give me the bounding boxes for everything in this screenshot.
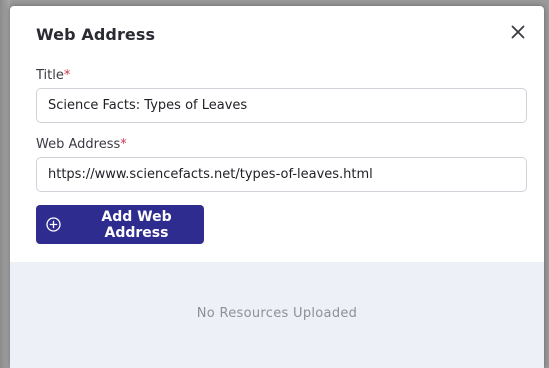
empty-state-message: No Resources Uploaded <box>196 306 358 321</box>
dialog-header: Web Address <box>10 6 544 62</box>
web-address-label: Web Address* <box>36 137 127 152</box>
close-icon <box>511 25 525 39</box>
required-mark: * <box>120 137 127 152</box>
required-mark: * <box>63 68 71 83</box>
web-address-dialog: Web Address Title* Web Address* Add Web … <box>10 6 544 368</box>
plus-circle-icon <box>46 217 61 232</box>
dialog-title: Web Address <box>36 25 156 44</box>
add-web-address-label: Add Web Address <box>101 208 172 241</box>
title-label-text: Title <box>36 68 64 83</box>
web-address-label-text: Web Address <box>36 137 121 152</box>
title-input[interactable] <box>36 88 527 123</box>
resources-panel: No Resources Uploaded <box>10 262 544 368</box>
title-label: Title* <box>36 68 70 83</box>
close-button[interactable] <box>508 22 528 42</box>
modal-backdrop <box>0 0 10 368</box>
web-address-input[interactable] <box>36 157 527 192</box>
add-web-address-button[interactable]: Add Web Address <box>36 205 204 244</box>
